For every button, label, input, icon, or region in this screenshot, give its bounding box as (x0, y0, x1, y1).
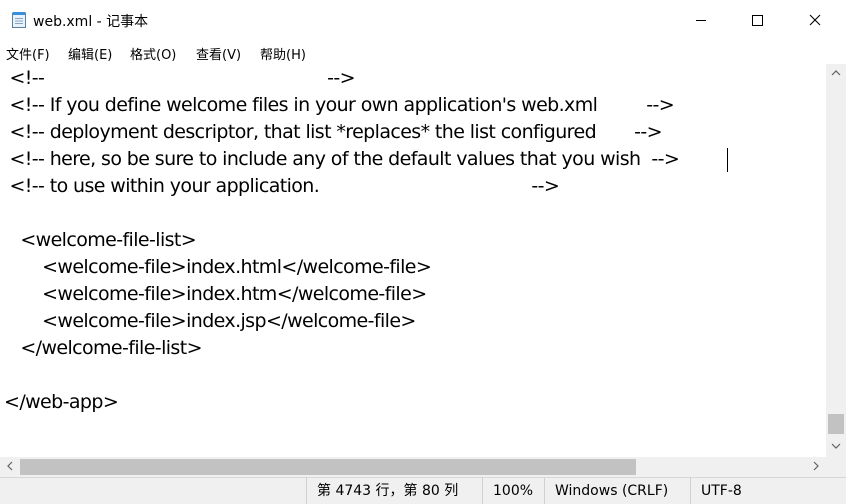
text-editor[interactable]: <!-- --> <!-- If you define welcome file… (0, 64, 826, 457)
status-bar: 第 4743 行，第 80 列 100% Windows (CRLF) UTF-… (0, 477, 846, 504)
menu-bar: 文件(F) 编辑(E) 格式(O) 查看(V) 帮助(H) (0, 40, 846, 64)
menu-file[interactable]: 文件(F) (6, 44, 50, 63)
minimize-button[interactable] (672, 0, 730, 40)
editor-line: <!-- here, so be sure to include any of … (4, 148, 680, 170)
horizontal-scroll-thumb[interactable] (20, 459, 636, 475)
editor-line: <welcome-file>index.htm</welcome-file> (4, 283, 427, 305)
chevron-up-icon (831, 69, 841, 79)
horizontal-scrollbar[interactable] (0, 457, 826, 477)
window-title: web.xml - 记事本 (33, 14, 149, 30)
close-icon (809, 11, 821, 30)
editor-line: <!-- --> (4, 67, 355, 89)
chevron-right-icon (813, 461, 819, 474)
line-ending: Windows (CRLF) (544, 478, 690, 504)
encoding: UTF-8 (690, 478, 846, 504)
notepad-icon (10, 11, 28, 29)
scroll-left-button[interactable] (0, 457, 20, 477)
text-caret (727, 148, 728, 172)
editor-line: <welcome-file-list> (4, 229, 197, 251)
editor-line: <!-- If you define welcome files in your… (4, 94, 675, 116)
editor-line: <welcome-file>index.html</welcome-file> (4, 256, 432, 278)
menu-help[interactable]: 帮助(H) (260, 44, 306, 63)
chevron-left-icon (7, 461, 13, 474)
scroll-down-button[interactable] (826, 437, 846, 457)
editor-line: </web-app> (4, 391, 119, 413)
close-button[interactable] (786, 0, 844, 40)
menu-format[interactable]: 格式(O) (130, 44, 176, 63)
scrollbar-corner (826, 457, 846, 477)
scroll-right-button[interactable] (806, 457, 826, 477)
chevron-down-icon (831, 442, 841, 452)
maximize-icon (751, 11, 763, 30)
maximize-button[interactable] (728, 0, 786, 40)
editor-line: <welcome-file>index.jsp</welcome-file> (4, 310, 416, 332)
scroll-up-button[interactable] (826, 64, 846, 84)
zoom-level: 100% (482, 478, 544, 504)
menu-view[interactable]: 查看(V) (196, 44, 241, 63)
menu-edit[interactable]: 编辑(E) (68, 44, 112, 63)
editor-line: </welcome-file-list> (4, 337, 202, 359)
minimize-icon (695, 11, 707, 30)
editor-line: <!-- deployment descriptor, that list *r… (4, 121, 662, 143)
title-bar: web.xml - 记事本 (0, 0, 846, 40)
vertical-scrollbar[interactable] (826, 64, 846, 457)
editor-line: <!-- to use within your application. --> (4, 175, 560, 197)
cursor-position: 第 4743 行，第 80 列 (306, 478, 482, 504)
vertical-scroll-thumb[interactable] (828, 414, 844, 434)
